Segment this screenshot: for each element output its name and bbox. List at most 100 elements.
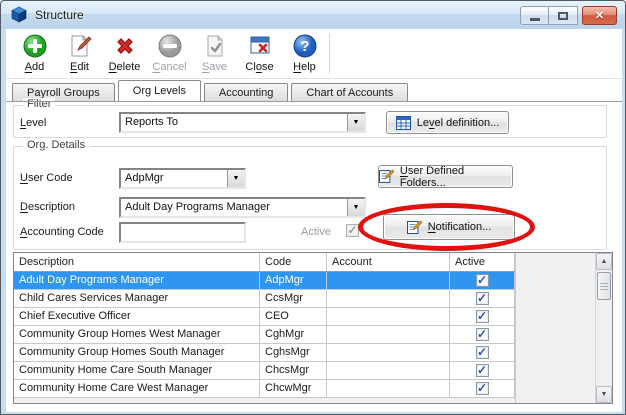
cell-description: Community Home Care West Manager bbox=[14, 380, 260, 397]
cell-code: ChcwMgr bbox=[260, 380, 327, 397]
table-row[interactable]: Child Cares Services ManagerCcsMgr✓ bbox=[14, 290, 515, 308]
level-combobox-value: Reports To bbox=[121, 114, 347, 131]
delete-button[interactable]: Delete bbox=[102, 32, 147, 73]
add-button-label: Add bbox=[25, 61, 45, 73]
accounting-code-input[interactable] bbox=[119, 222, 246, 243]
row-active-checkbox[interactable]: ✓ bbox=[476, 382, 489, 395]
scroll-down-icon[interactable]: ▼ bbox=[596, 386, 612, 403]
chevron-down-icon[interactable]: ▼ bbox=[347, 114, 364, 131]
active-label: Active bbox=[301, 226, 331, 238]
close-button[interactable]: Close bbox=[237, 32, 282, 73]
row-active-checkbox[interactable]: ✓ bbox=[476, 310, 489, 323]
maximize-button[interactable] bbox=[549, 6, 578, 25]
minimize-icon bbox=[530, 18, 540, 21]
table-row[interactable]: Community Home Care South ManagerChcsMgr… bbox=[14, 362, 515, 380]
table-grid-icon bbox=[396, 116, 411, 130]
titlebar[interactable]: Structure ✕ bbox=[1, 1, 625, 29]
cell-description: Adult Day Programs Manager bbox=[14, 272, 260, 289]
grid-bottom-filler bbox=[14, 398, 515, 403]
check-icon: ✓ bbox=[477, 365, 487, 375]
notification-button[interactable]: Notification... bbox=[383, 214, 515, 240]
maximize-icon bbox=[558, 12, 568, 20]
cell-active: ✓ bbox=[450, 380, 515, 397]
column-header-code[interactable]: Code bbox=[260, 253, 327, 271]
cell-description: Community Group Homes West Manager bbox=[14, 326, 260, 343]
cell-description: Community Group Homes South Manager bbox=[14, 344, 260, 361]
level-definition-button-label: Level definition... bbox=[417, 117, 500, 129]
filter-groupbox-legend: Filter bbox=[23, 98, 55, 110]
cancel-button-label: Cancel bbox=[152, 61, 186, 73]
cell-active: ✓ bbox=[450, 308, 515, 325]
description-combobox-value: Adult Day Programs Manager bbox=[121, 199, 347, 216]
table-row[interactable]: Community Group Homes South ManagerCghsM… bbox=[14, 344, 515, 362]
table-row[interactable]: Adult Day Programs ManagerAdpMgr ✓ bbox=[14, 272, 515, 290]
user-code-combobox[interactable]: AdpMgr ▼ bbox=[119, 168, 246, 189]
delete-button-label: Delete bbox=[109, 61, 141, 73]
toolbar: Add Edit Delete bbox=[6, 29, 622, 79]
tab-org-levels[interactable]: Org Levels bbox=[118, 80, 201, 101]
cancel-icon bbox=[157, 33, 183, 59]
row-active-checkbox[interactable]: ✓ bbox=[476, 346, 489, 359]
tab-panel-border bbox=[6, 101, 622, 102]
cell-active: ✓ bbox=[450, 362, 515, 379]
window-title: Structure bbox=[35, 8, 84, 22]
column-header-description[interactable]: Description bbox=[14, 253, 260, 271]
description-combobox[interactable]: Adult Day Programs Manager ▼ bbox=[119, 197, 366, 218]
close-button-label: Close bbox=[245, 61, 273, 73]
tab-accounting[interactable]: Accounting bbox=[204, 83, 288, 101]
org-levels-grid-body: Adult Day Programs ManagerAdpMgr✓Child C… bbox=[14, 272, 515, 398]
table-row[interactable]: Chief Executive OfficerCEO✓ bbox=[14, 308, 515, 326]
level-label: Level bbox=[20, 117, 46, 129]
svg-text:?: ? bbox=[300, 38, 309, 55]
check-icon: ✓ bbox=[477, 293, 487, 303]
cell-code: AdpMgr bbox=[260, 272, 327, 289]
delete-icon bbox=[112, 33, 138, 59]
column-header-account[interactable]: Account bbox=[327, 253, 450, 271]
close-icon: ✕ bbox=[595, 9, 604, 22]
help-icon: ? bbox=[292, 33, 318, 59]
user-defined-folders-button[interactable]: User Defined Folders... bbox=[378, 165, 513, 188]
vertical-scrollbar[interactable]: ▲ ▼ bbox=[595, 253, 612, 403]
grid-columns: Description Code Account Active Adult Da… bbox=[14, 253, 515, 403]
scrollbar-track[interactable] bbox=[596, 270, 612, 386]
description-label: Description bbox=[20, 201, 75, 213]
tab-chart-of-accounts[interactable]: Chart of Accounts bbox=[291, 83, 408, 101]
cell-active: ✓ bbox=[450, 326, 515, 343]
check-icon: ✓ bbox=[477, 383, 487, 393]
row-active-checkbox[interactable]: ✓ bbox=[476, 364, 489, 377]
user-defined-folders-button-label: User Defined Folders... bbox=[400, 165, 512, 189]
chevron-down-icon[interactable]: ▼ bbox=[347, 199, 364, 216]
org-details-groupbox-legend: Org. Details bbox=[23, 139, 89, 151]
row-active-checkbox[interactable]: ✓ bbox=[476, 328, 489, 341]
scrollbar-thumb[interactable] bbox=[597, 272, 611, 300]
check-icon: ✓ bbox=[477, 347, 487, 357]
cell-code: CghsMgr bbox=[260, 344, 327, 361]
edit-note-icon bbox=[407, 220, 422, 235]
user-code-label: User Code bbox=[20, 172, 73, 184]
level-definition-button[interactable]: Level definition... bbox=[386, 111, 509, 134]
row-active-checkbox[interactable]: ✓ bbox=[476, 292, 489, 305]
cell-description: Chief Executive Officer bbox=[14, 308, 260, 325]
table-row[interactable]: Community Home Care West ManagerChcwMgr ✓ bbox=[14, 380, 515, 398]
help-button[interactable]: ? Help bbox=[282, 32, 327, 73]
chevron-down-icon[interactable]: ▼ bbox=[227, 170, 244, 187]
scrollbar-grip bbox=[600, 283, 608, 290]
minimize-button[interactable] bbox=[520, 6, 549, 25]
cell-account bbox=[327, 380, 450, 397]
level-combobox[interactable]: Reports To ▼ bbox=[119, 112, 366, 133]
cell-description: Community Home Care South Manager bbox=[14, 362, 260, 379]
cell-active: ✓ bbox=[450, 272, 515, 289]
app-cube-icon bbox=[10, 6, 28, 24]
active-checkbox: ✓ bbox=[346, 224, 359, 237]
check-icon: ✓ bbox=[477, 329, 487, 339]
cell-account bbox=[327, 272, 450, 289]
edit-button[interactable]: Edit bbox=[57, 32, 102, 73]
close-window-button[interactable]: ✕ bbox=[582, 6, 617, 25]
table-row[interactable]: Community Group Homes West ManagerCghMgr… bbox=[14, 326, 515, 344]
scroll-up-icon[interactable]: ▲ bbox=[596, 253, 612, 270]
column-header-active[interactable]: Active bbox=[450, 253, 515, 271]
cancel-button: Cancel bbox=[147, 32, 192, 73]
add-button[interactable]: Add bbox=[12, 32, 57, 73]
check-icon: ✓ bbox=[477, 311, 487, 321]
row-active-checkbox[interactable]: ✓ bbox=[476, 274, 489, 287]
